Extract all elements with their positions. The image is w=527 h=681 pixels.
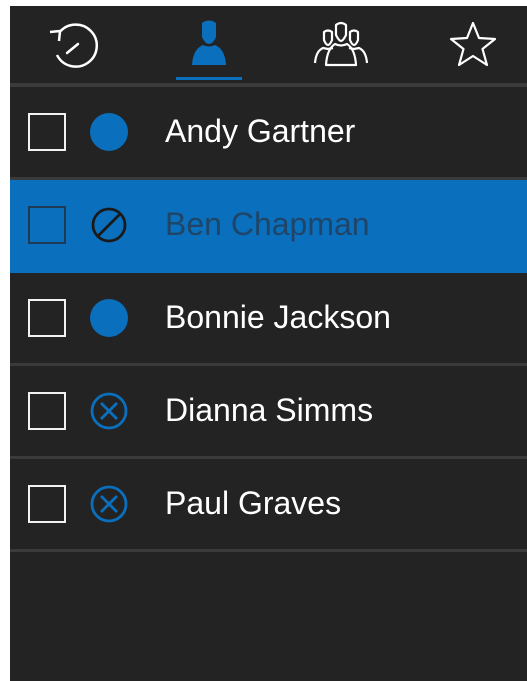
contact-row-bonnie-jackson[interactable]: Bonnie Jackson [10, 273, 527, 366]
available-status-icon [89, 112, 129, 152]
active-tab-indicator [176, 77, 242, 80]
tab-bar [10, 6, 527, 83]
select-checkbox[interactable] [28, 206, 66, 244]
history-icon [45, 19, 105, 71]
select-checkbox[interactable] [28, 113, 66, 151]
contact-name: Andy Gartner [165, 112, 356, 149]
available-status-icon [89, 298, 129, 338]
tab-contacts[interactable] [166, 6, 252, 83]
person-icon [184, 17, 234, 73]
do-not-disturb-status-icon [89, 205, 129, 245]
contact-row-ben-chapman[interactable]: Ben Chapman [10, 180, 527, 273]
select-checkbox[interactable] [28, 299, 66, 337]
star-icon [445, 19, 501, 71]
contact-name: Dianna Simms [165, 391, 374, 428]
contacts-panel: Andy Gartner Ben Chapman Bonnie Jackson [10, 6, 527, 681]
group-icon [309, 19, 373, 71]
contact-name: Paul Graves [165, 484, 342, 521]
offline-status-icon [89, 484, 129, 524]
contact-row-dianna-simms[interactable]: Dianna Simms [10, 366, 527, 459]
select-checkbox[interactable] [28, 392, 66, 430]
tab-history[interactable] [32, 6, 118, 83]
select-checkbox[interactable] [28, 485, 66, 523]
contact-name: Bonnie Jackson [165, 298, 391, 335]
tab-favorites[interactable] [430, 6, 516, 83]
tab-groups[interactable] [298, 6, 384, 83]
contact-row-paul-graves[interactable]: Paul Graves [10, 459, 527, 552]
contact-list: Andy Gartner Ben Chapman Bonnie Jackson [10, 87, 527, 552]
offline-status-icon [89, 391, 129, 431]
contact-name: Ben Chapman [165, 205, 370, 242]
contact-row-andy-gartner[interactable]: Andy Gartner [10, 87, 527, 180]
